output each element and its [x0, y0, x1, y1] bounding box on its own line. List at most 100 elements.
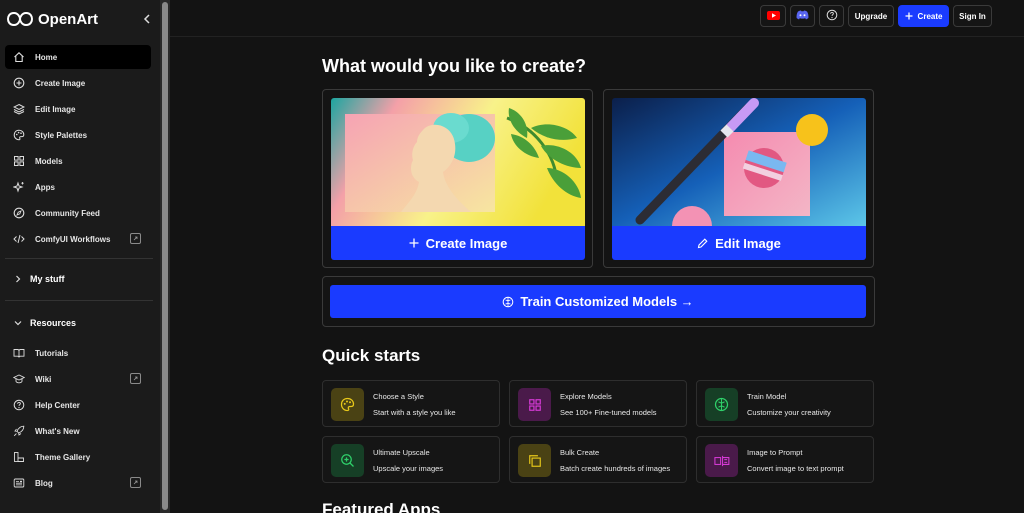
sidebar-item-label: Edit Image	[35, 104, 76, 114]
image-to-text-icon	[705, 444, 738, 477]
plus-icon	[905, 12, 913, 20]
sidebar-item-label: Create Image	[35, 78, 86, 88]
sidebar-item-label: Community Feed	[35, 208, 100, 218]
youtube-icon	[766, 10, 780, 22]
quick-start-title: Explore Models	[560, 392, 612, 401]
quick-start-title: Bulk Create	[560, 448, 600, 457]
sidebar: OpenArt Home Create Image Edit Image Sty…	[0, 0, 160, 513]
sidebar-item-label: ComfyUI Workflows	[35, 234, 111, 244]
featured-apps-heading: Featured Apps	[322, 500, 441, 513]
plus-circle-icon	[13, 77, 25, 89]
discord-button[interactable]	[790, 5, 815, 27]
quick-start-train-model[interactable]: Train Model Customize your creativity	[696, 380, 874, 427]
zoom-in-icon	[331, 444, 364, 477]
grid-icon	[13, 155, 25, 167]
sidebar-item-theme-gallery[interactable]: Theme Gallery	[5, 445, 151, 469]
app-name[interactable]: OpenArt	[38, 11, 98, 28]
train-models-button[interactable]: Train Customized Models →	[330, 285, 866, 318]
openart-logo-icon[interactable]	[6, 10, 34, 28]
theme-icon	[13, 451, 25, 463]
code-icon	[13, 233, 25, 245]
sidebar-item-tutorials[interactable]: Tutorials	[5, 341, 151, 365]
edit-image-card[interactable]: Edit Image	[603, 89, 874, 268]
newspaper-icon	[13, 477, 25, 489]
book-icon	[13, 347, 25, 359]
sidebar-item-label: Home	[35, 52, 58, 62]
sidebar-item-style-palettes[interactable]: Style Palettes	[5, 123, 151, 147]
help-button[interactable]	[819, 5, 844, 27]
sidebar-item-apps[interactable]: Apps	[5, 175, 151, 199]
compass-icon	[13, 207, 25, 219]
graduation-cap-icon	[13, 373, 25, 385]
sidebar-item-label: Tutorials	[35, 348, 69, 358]
copy-icon	[518, 444, 551, 477]
sign-in-button[interactable]: Sign In	[953, 5, 992, 27]
sidebar-divider	[5, 300, 153, 301]
external-link-icon	[130, 233, 141, 244]
sidebar-item-wiki[interactable]: Wiki	[5, 367, 151, 391]
chevron-left-icon[interactable]	[140, 12, 154, 26]
quick-start-choose-style[interactable]: Choose a Style Start with a style you li…	[322, 380, 500, 427]
sidebar-item-label: Theme Gallery	[35, 452, 91, 462]
layers-icon	[13, 103, 25, 115]
sidebar-section-resources[interactable]: Resources	[5, 312, 151, 334]
page-title: What would you like to create?	[322, 56, 587, 76]
section-label: Resources	[30, 318, 77, 328]
edit-image-button[interactable]: Edit Image	[612, 226, 866, 260]
youtube-button[interactable]	[760, 5, 786, 27]
sidebar-item-comfyui-workflows[interactable]: ComfyUI Workflows	[5, 227, 151, 251]
section-label: My stuff	[30, 274, 65, 284]
help-circle-icon	[826, 9, 838, 23]
sidebar-scrollbar[interactable]	[160, 0, 170, 513]
create-button[interactable]: Create	[898, 5, 949, 27]
plus-icon	[409, 238, 419, 248]
chevron-down-icon	[14, 319, 24, 327]
quick-start-title: Image to Prompt	[747, 448, 803, 457]
quick-start-image-to-prompt[interactable]: Image to Prompt Convert image to text pr…	[696, 436, 874, 483]
grid-icon	[518, 388, 551, 421]
edit-image-button-label: Edit Image	[715, 235, 781, 251]
sparkles-icon	[13, 181, 25, 193]
pencil-icon	[697, 237, 708, 249]
scrollbar-thumb[interactable]	[162, 2, 168, 510]
sidebar-item-blog[interactable]: Blog	[5, 471, 151, 495]
upgrade-button[interactable]: Upgrade	[848, 5, 894, 27]
sidebar-item-label: Wiki	[35, 374, 52, 384]
palette-icon	[331, 388, 364, 421]
quick-start-subtitle: See 100+ Fine-tuned models	[560, 408, 657, 417]
create-button-label: Create	[917, 11, 943, 21]
sidebar-item-home[interactable]: Home	[5, 45, 151, 69]
chevron-right-icon	[14, 275, 24, 283]
sidebar-section-my-stuff[interactable]: My stuff	[5, 268, 151, 290]
quick-start-title: Ultimate Upscale	[373, 448, 430, 457]
sidebar-item-help-center[interactable]: Help Center	[5, 393, 151, 417]
sidebar-item-label: Apps	[35, 182, 55, 192]
sidebar-item-community-feed[interactable]: Community Feed	[5, 201, 151, 225]
edit-image-illustration	[612, 98, 866, 226]
quick-start-explore-models[interactable]: Explore Models See 100+ Fine-tuned model…	[509, 380, 687, 427]
brain-icon	[502, 296, 514, 308]
external-link-icon	[130, 477, 141, 488]
sidebar-item-label: Help Center	[35, 400, 80, 410]
create-image-button[interactable]: Create Image	[331, 226, 585, 260]
create-image-illustration	[331, 98, 585, 226]
help-circle-icon	[13, 399, 25, 411]
create-image-button-label: Create Image	[425, 235, 508, 251]
quick-start-bulk-create[interactable]: Bulk Create Batch create hundreds of ima…	[509, 436, 687, 483]
brain-icon	[705, 388, 738, 421]
external-link-icon	[130, 373, 141, 384]
quick-start-ultimate-upscale[interactable]: Ultimate Upscale Upscale your images	[322, 436, 500, 483]
quick-start-subtitle: Start with a style you like	[373, 408, 456, 417]
sidebar-item-label: Models	[35, 156, 63, 166]
logo-row: OpenArt	[6, 8, 154, 30]
sidebar-divider	[5, 258, 153, 259]
sidebar-item-create-image[interactable]: Create Image	[5, 71, 151, 95]
sidebar-item-models[interactable]: Models	[5, 149, 151, 173]
home-icon	[13, 51, 25, 63]
quick-starts-heading: Quick starts	[322, 346, 421, 365]
quick-start-title: Train Model	[747, 392, 787, 401]
create-image-card[interactable]: Create Image	[322, 89, 593, 268]
quick-start-subtitle: Batch create hundreds of images	[560, 464, 671, 473]
sidebar-item-edit-image[interactable]: Edit Image	[5, 97, 151, 121]
sidebar-item-whats-new[interactable]: What's New	[5, 419, 151, 443]
